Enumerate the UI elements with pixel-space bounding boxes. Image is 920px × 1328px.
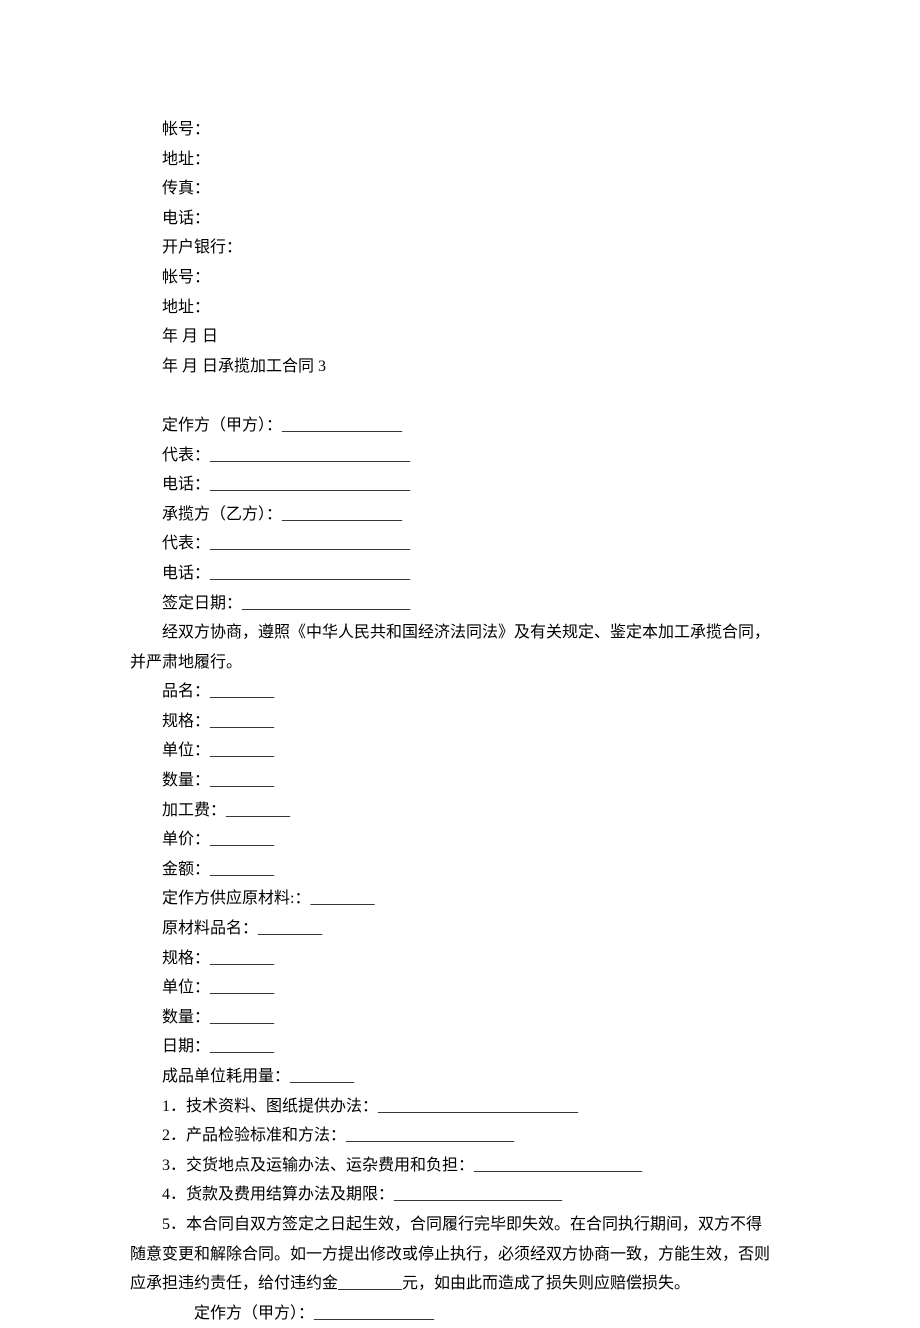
text-line: [130, 381, 790, 411]
text-line: 加工费：________: [130, 796, 790, 826]
text-line: 电话：_________________________: [130, 470, 790, 500]
text-line: 定作方供应原材料:：________: [130, 884, 790, 914]
text-line: 并严肃地履行。: [130, 648, 790, 678]
text-line: 年 月 日承揽加工合同 3: [130, 352, 790, 382]
text-line: 3．交货地点及运输办法、运杂费用和负担：____________________…: [130, 1151, 790, 1181]
text-line: 经双方协商，遵照《中华人民共和国经济法同法》及有关规定、鉴定本加工承揽合同，: [130, 618, 790, 648]
text-line: 成品单位耗用量：________: [130, 1062, 790, 1092]
text-line: 单价：________: [130, 825, 790, 855]
text-line: 数量：________: [130, 766, 790, 796]
text-line: 金额：________: [130, 855, 790, 885]
text-line: 地址：: [130, 293, 790, 323]
text-line: 传真：: [130, 174, 790, 204]
text-line: 4．货款及费用结算办法及期限：_____________________: [130, 1180, 790, 1210]
text-line: 年 月 日: [130, 322, 790, 352]
text-line: 日期：________: [130, 1032, 790, 1062]
text-line: 定作方（甲方）：_______________: [130, 1299, 790, 1328]
text-line: 2．产品检验标准和方法：_____________________: [130, 1121, 790, 1151]
text-line: 原材料品名：________: [130, 914, 790, 944]
document-body: 帐号：地址：传真：电话：开户银行：帐号：地址：年 月 日年 月 日承揽加工合同 …: [130, 115, 790, 1328]
text-line: 代表：_________________________: [130, 441, 790, 471]
text-line: 定作方（甲方）：_______________: [130, 411, 790, 441]
text-line: 电话：_________________________: [130, 559, 790, 589]
text-line: 代表：_________________________: [130, 529, 790, 559]
text-line: 应承担违约责任，给付违约金________元，如由此而造成了损失则应赔偿损失。: [130, 1269, 790, 1299]
text-line: 品名：________: [130, 677, 790, 707]
text-line: 规格：________: [130, 944, 790, 974]
text-line: 电话：: [130, 204, 790, 234]
text-line: 帐号：: [130, 263, 790, 293]
text-line: 地址：: [130, 145, 790, 175]
text-line: 承揽方（乙方）：_______________: [130, 500, 790, 530]
text-line: 单位：________: [130, 973, 790, 1003]
text-line: 5．本合同自双方签定之日起生效，合同履行完毕即失效。在合同执行期间，双方不得: [130, 1210, 790, 1240]
text-line: 单位：________: [130, 736, 790, 766]
text-line: 1．技术资料、图纸提供办法：_________________________: [130, 1092, 790, 1122]
text-line: 帐号：: [130, 115, 790, 145]
text-line: 数量：________: [130, 1003, 790, 1033]
text-line: 规格：________: [130, 707, 790, 737]
text-line: 签定日期：_____________________: [130, 589, 790, 619]
text-line: 随意变更和解除合同。如一方提出修改或停止执行，必须经双方协商一致，方能生效，否则: [130, 1240, 790, 1270]
text-line: 开户银行：: [130, 233, 790, 263]
